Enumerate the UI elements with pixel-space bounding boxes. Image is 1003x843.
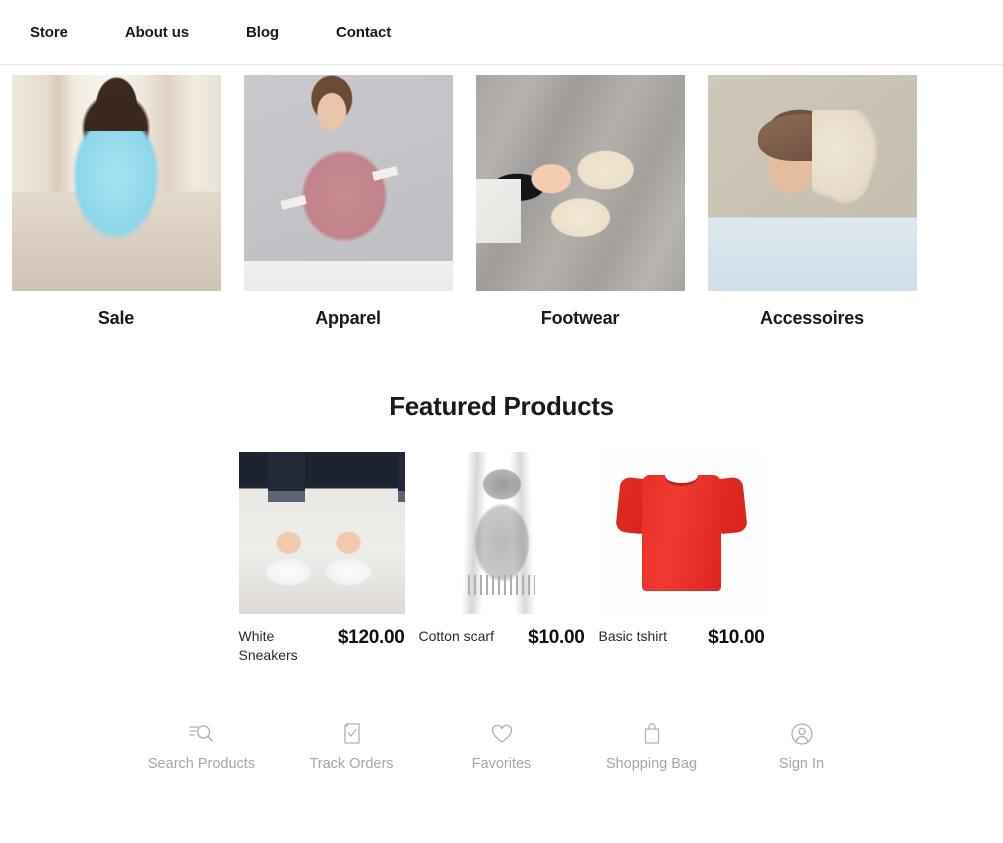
toolbar-item-sign-in[interactable]: Sign In	[727, 721, 877, 772]
category-image-footwear[interactable]	[475, 75, 685, 291]
category-card-sale[interactable]: Sale	[0, 75, 232, 329]
toolbar-item-shopping-bag[interactable]: Shopping Bag	[577, 721, 727, 772]
user-circle-icon	[790, 721, 814, 747]
category-image-accessoires[interactable]	[707, 75, 917, 291]
toolbar-label-shopping-bag: Shopping Bag	[605, 755, 698, 772]
toolbar-label-track-orders: Track Orders	[309, 755, 394, 772]
product-card-basic-tshirt[interactable]: Basic tshirt $10.00	[598, 452, 765, 665]
product-price: $10.00	[528, 627, 585, 648]
product-name: Basic tshirt	[598, 628, 667, 644]
checklist-document-icon	[342, 721, 362, 747]
product-name: White Sneakers	[238, 628, 298, 663]
toolbar-item-favorites[interactable]: Favorites	[427, 721, 577, 772]
category-label-accessoires: Accessoires	[760, 308, 864, 328]
category-card-footwear[interactable]: Footwear	[464, 75, 696, 329]
toolbar-label-sign-in: Sign In	[778, 755, 825, 772]
toolbar-label-search-products: Search Products	[147, 755, 256, 772]
product-image-cotton-scarf[interactable]	[418, 452, 585, 614]
heart-icon	[490, 721, 514, 747]
product-image-basic-tshirt[interactable]	[598, 452, 765, 614]
toolbar-item-search-products[interactable]: Search Products	[127, 721, 277, 772]
nav-item-about-us[interactable]: About us	[125, 24, 189, 41]
product-info-row: Basic tshirt $10.00	[599, 614, 765, 649]
product-price: $10.00	[708, 627, 765, 648]
category-card-apparel[interactable]: Apparel	[232, 75, 464, 329]
product-name: Cotton scarf	[418, 628, 494, 644]
category-strip: Sale Apparel Footwear Accessoires	[0, 65, 928, 329]
category-image-apparel[interactable]	[243, 75, 453, 291]
nav-item-blog[interactable]: Blog	[246, 24, 279, 41]
product-info-row: White Sneakers $120.00	[239, 614, 405, 665]
product-price: $120.00	[337, 627, 405, 648]
product-card-white-sneakers[interactable]: White Sneakers $120.00	[238, 452, 405, 665]
featured-products-title: Featured Products	[389, 391, 614, 421]
category-label-sale: Sale	[97, 308, 135, 328]
main-navigation: Store About us Blog Contact	[0, 24, 391, 41]
product-info-row: Cotton scarf $10.00	[419, 614, 585, 649]
bottom-toolbar: Search Products Track Orders Favorites S…	[0, 665, 1003, 772]
product-image-white-sneakers[interactable]	[238, 452, 405, 614]
toolbar-label-favorites: Favorites	[471, 755, 532, 772]
site-header: Store About us Blog Contact	[0, 0, 1003, 65]
search-icon	[188, 721, 215, 747]
category-label-apparel: Apparel	[315, 308, 381, 328]
shopping-bag-icon	[642, 721, 662, 747]
nav-item-contact[interactable]: Contact	[336, 24, 391, 41]
nav-item-store[interactable]: Store	[30, 24, 68, 41]
product-card-cotton-scarf[interactable]: Cotton scarf $10.00	[418, 452, 585, 665]
category-image-sale[interactable]	[11, 75, 221, 291]
featured-products-list: White Sneakers $120.00 Cotton scarf $10.…	[0, 422, 1003, 665]
toolbar-item-track-orders[interactable]: Track Orders	[277, 721, 427, 772]
category-card-accessoires[interactable]: Accessoires	[696, 75, 928, 329]
category-label-footwear: Footwear	[540, 308, 620, 328]
